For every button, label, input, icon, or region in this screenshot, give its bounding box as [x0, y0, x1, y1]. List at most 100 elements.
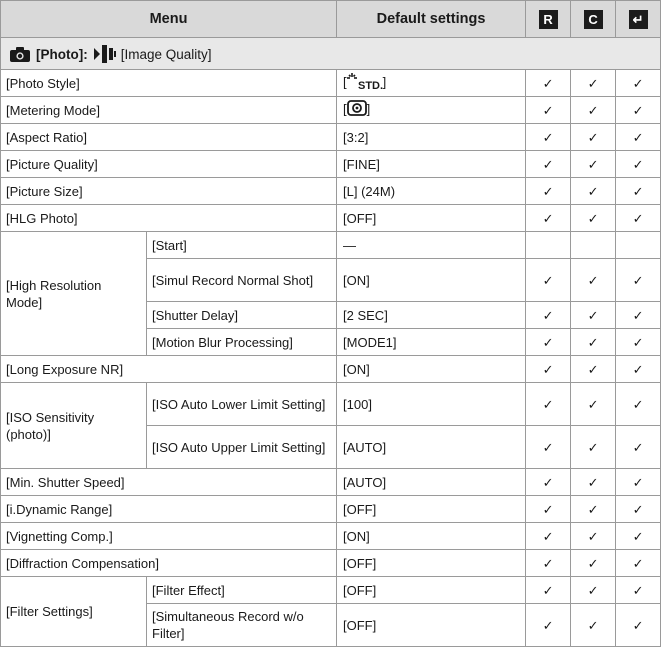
default-bracket-close: ] [382, 74, 387, 90]
menu-cell: [Vignetting Comp.] [0, 522, 338, 550]
table-row: [Vignetting Comp.] [ON] ✓ ✓ ✓ [0, 522, 661, 550]
default-cell: [STD.] [336, 69, 527, 97]
table-row: [i.Dynamic Range] [OFF] ✓ ✓ ✓ [0, 495, 661, 523]
check-cell: ✓ [615, 468, 661, 496]
multi-metering-icon [346, 100, 367, 120]
table-row: [Aspect Ratio] [3:2] ✓ ✓ ✓ [0, 123, 661, 151]
default-cell: [OFF] [336, 576, 527, 604]
table-row: [Photo Style] [STD.] ✓ ✓ ✓ [0, 69, 661, 97]
submenu-cell: [Simul Record Normal Shot] [145, 258, 338, 302]
image-quality-icon [93, 44, 116, 63]
check-cell: ✓ [570, 177, 617, 205]
check-cell [525, 231, 572, 259]
check-cell: ✓ [525, 603, 572, 647]
menu-cell-group: [High Resolution Mode] [0, 231, 147, 356]
reset-column-header: R [525, 0, 572, 38]
check-cell: ✓ [570, 382, 617, 426]
check-cell: ✓ [525, 177, 572, 205]
check-cell: ✓ [525, 204, 572, 232]
check-cell: ✓ [615, 301, 661, 329]
check-cell: ✓ [525, 69, 572, 97]
photo-style-text: STD. [358, 80, 383, 90]
menu-cell: [i.Dynamic Range] [0, 495, 338, 523]
table-row: [ISO Sensitivity (photo)] [ISO Auto Lowe… [0, 382, 661, 469]
table-row: [Picture Size] [L] (24M) ✓ ✓ ✓ [0, 177, 661, 205]
check-cell: ✓ [615, 495, 661, 523]
table-row: [High Resolution Mode] [Start] — [0, 231, 661, 356]
check-cell: ✓ [615, 328, 661, 356]
default-cell: [2 SEC] [336, 301, 527, 329]
submenu-cell: [Filter Effect] [145, 576, 338, 604]
submenu-cell: [ISO Auto Lower Limit Setting] [145, 382, 338, 426]
custom-mode-icon: C [583, 9, 603, 29]
menu-cell: [Photo Style] [0, 69, 338, 97]
menu-cell: [Aspect Ratio] [0, 123, 338, 151]
default-bracket-close: ] [366, 101, 371, 117]
table-row: [Filter Settings] [Filter Effect] [OFF] … [0, 576, 661, 647]
menu-cell: [Picture Size] [0, 177, 338, 205]
check-cell: ✓ [615, 425, 661, 469]
default-cell: [MODE1] [336, 328, 527, 356]
submenu-cell: [Motion Blur Processing] [145, 328, 338, 356]
check-cell: ✓ [615, 576, 661, 604]
photo-menu-label: [Photo]: [36, 46, 88, 62]
reset-mode-icon: R [538, 9, 558, 29]
check-cell: ✓ [570, 150, 617, 178]
check-cell: ✓ [525, 96, 572, 124]
check-cell: ✓ [570, 468, 617, 496]
check-cell: ✓ [570, 603, 617, 647]
default-settings-column-header: Default settings [336, 0, 527, 38]
check-cell: ✓ [525, 382, 572, 426]
check-cell: ✓ [525, 549, 572, 577]
check-cell: ✓ [570, 328, 617, 356]
check-cell: ✓ [615, 522, 661, 550]
default-cell: [FINE] [336, 150, 527, 178]
check-cell: ✓ [615, 549, 661, 577]
check-cell: ✓ [570, 258, 617, 302]
default-cell: [AUTO] [336, 425, 527, 469]
menu-cell: [Min. Shutter Speed] [0, 468, 338, 496]
check-cell: ✓ [525, 301, 572, 329]
check-cell: ✓ [615, 150, 661, 178]
check-cell [570, 231, 617, 259]
submenu-cell: [Start] [145, 231, 338, 259]
check-cell: ✓ [525, 258, 572, 302]
check-cell: ✓ [615, 69, 661, 97]
table-row: [Min. Shutter Speed] [AUTO] ✓ ✓ ✓ [0, 468, 661, 496]
default-cell: [ON] [336, 355, 527, 383]
camera-icon [10, 46, 30, 62]
default-cell: [OFF] [336, 549, 527, 577]
table-row: [Diffraction Compensation] [OFF] ✓ ✓ ✓ [0, 549, 661, 577]
check-cell: ✓ [570, 204, 617, 232]
menu-cell-group: [ISO Sensitivity (photo)] [0, 382, 147, 469]
submenu-cell: [Shutter Delay] [145, 301, 338, 329]
check-cell: ✓ [615, 123, 661, 151]
check-cell: ✓ [570, 69, 617, 97]
check-cell: ✓ [570, 549, 617, 577]
save-settings-icon: ↵ [628, 9, 648, 29]
custom-column-header: C [570, 0, 617, 38]
image-quality-tab-label: [Image Quality] [120, 46, 212, 62]
default-cell: [] [336, 96, 527, 124]
check-cell [615, 231, 661, 259]
check-cell: ✓ [570, 123, 617, 151]
check-cell: ✓ [525, 150, 572, 178]
check-cell: ✓ [615, 382, 661, 426]
check-cell: ✓ [570, 425, 617, 469]
check-cell: ✓ [525, 495, 572, 523]
default-cell: [AUTO] [336, 468, 527, 496]
check-cell: ✓ [615, 96, 661, 124]
table-row: [Long Exposure NR] [ON] ✓ ✓ ✓ [0, 355, 661, 383]
table-row: [Picture Quality] [FINE] ✓ ✓ ✓ [0, 150, 661, 178]
table-row: [Metering Mode] [] ✓ ✓ ✓ [0, 96, 661, 124]
default-cell: [ON] [336, 522, 527, 550]
check-cell: ✓ [570, 576, 617, 604]
check-cell: ✓ [525, 123, 572, 151]
section-title: [Photo]: [Image Quality] [0, 37, 661, 70]
check-cell: ✓ [570, 301, 617, 329]
menu-cell-group: [Filter Settings] [0, 576, 147, 647]
default-cell: [3:2] [336, 123, 527, 151]
settings-table: Menu Default settings R C ↵ [Photo]: [Im… [0, 0, 661, 647]
default-cell: [OFF] [336, 603, 527, 647]
check-cell: ✓ [525, 425, 572, 469]
